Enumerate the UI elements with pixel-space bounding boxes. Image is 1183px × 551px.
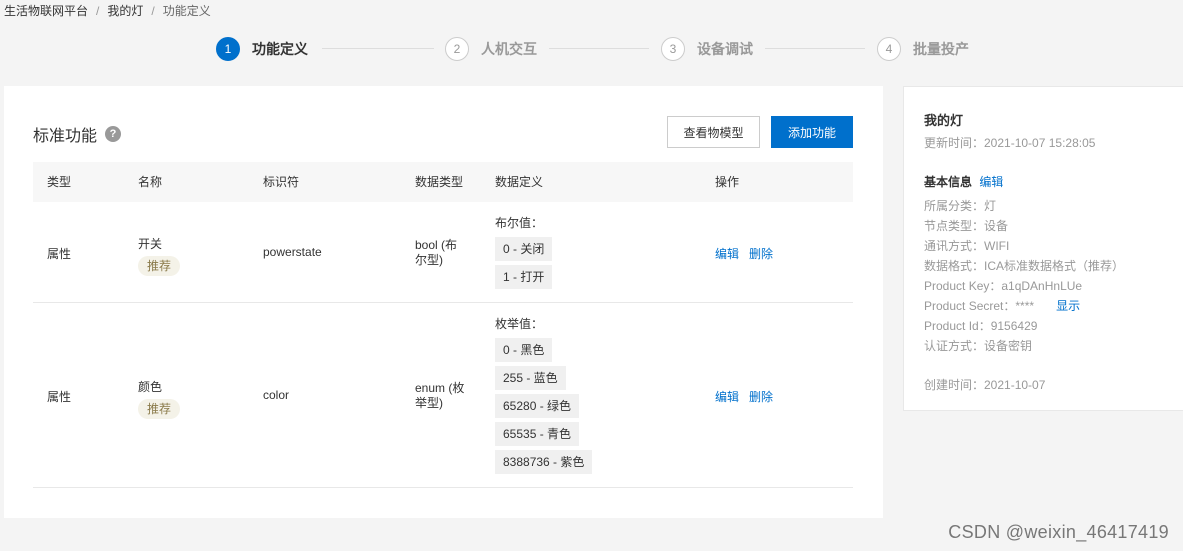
step-number: 3 <box>661 37 685 61</box>
definition-value: 65535 - 青色 <box>495 422 580 446</box>
column-header-actions: 操作 <box>715 175 740 189</box>
row-actions: 编辑 删除 <box>715 388 783 405</box>
product-name: 我的灯 <box>924 113 964 128</box>
step-connector <box>549 48 649 49</box>
definition-value: 1 - 打开 <box>495 265 553 289</box>
breadcrumb-product[interactable]: 我的灯 <box>107 2 143 19</box>
step-label: 功能定义 <box>252 41 308 57</box>
data-format-info: 数据格式：ICA标准数据格式（推荐） <box>924 259 1125 273</box>
breadcrumb-separator: / <box>96 3 100 18</box>
delete-link[interactable]: 删除 <box>749 390 773 404</box>
product-id-info: Product Id：9156429 <box>924 319 1038 333</box>
updated-time: 更新时间：2021-10-07 15:28:05 <box>924 136 1096 150</box>
basic-info-title: 基本信息 <box>924 175 973 189</box>
edit-basic-info-link[interactable]: 编辑 <box>979 175 1003 189</box>
row-name: 颜色 <box>138 380 163 394</box>
row-data-type: enum (枚举型) <box>415 381 465 410</box>
step-label: 批量投产 <box>913 41 969 57</box>
functions-table: 类型 名称 标识符 数据类型 数据定义 操作 属性 开关 推荐 powersta… <box>33 162 853 488</box>
table-header: 类型 名称 标识符 数据类型 数据定义 操作 <box>33 162 853 202</box>
progress-steps: 1 功能定义 2 人机交互 3 设备调试 4 批量投产 <box>216 37 976 61</box>
row-data-definition: 布尔值： 0 - 关闭 1 - 打开 <box>495 214 553 293</box>
node-type-info: 节点类型：设备 <box>924 219 1009 233</box>
column-header-name: 名称 <box>138 175 163 189</box>
row-identifier: powerstate <box>263 245 322 259</box>
row-name-cell: 开关 推荐 <box>138 235 181 276</box>
step-interaction[interactable]: 2 人机交互 <box>445 37 537 61</box>
definition-value: 65280 - 绿色 <box>495 394 580 418</box>
step-function-definition[interactable]: 1 功能定义 <box>216 37 308 61</box>
definition-value: 0 - 关闭 <box>495 237 553 261</box>
step-label: 人机交互 <box>481 41 537 57</box>
standard-functions-panel: 标准功能 ? 查看物模型 添加功能 类型 名称 标识符 数据类型 数据定义 操作… <box>4 86 883 518</box>
delete-link[interactable]: 删除 <box>749 247 773 261</box>
watermark-text: CSDN @weixin_46417419 <box>948 522 1169 542</box>
row-data-definition: 枚举值： 0 - 黑色 255 - 蓝色 65280 - 绿色 65535 - … <box>495 315 593 478</box>
section-title: 标准功能 ? <box>33 122 122 146</box>
add-function-button[interactable]: 添加功能 <box>771 116 853 148</box>
column-header-data-type: 数据类型 <box>415 175 464 189</box>
row-name: 开关 <box>138 237 163 251</box>
breadcrumb: 生活物联网平台 / 我的灯 / 功能定义 <box>4 2 211 19</box>
definition-value: 255 - 蓝色 <box>495 366 566 390</box>
row-actions: 编辑 删除 <box>715 245 783 262</box>
column-header-identifier: 标识符 <box>263 175 300 189</box>
step-number: 2 <box>445 37 469 61</box>
row-data-type: bool (布尔型) <box>415 238 458 267</box>
product-secret-info: Product Secret：**** 显示 <box>924 297 1080 314</box>
product-secret-text: Product Secret：**** <box>924 299 1035 313</box>
edit-link[interactable]: 编辑 <box>715 390 739 404</box>
breadcrumb-separator: / <box>151 3 155 18</box>
breadcrumb-platform[interactable]: 生活物联网平台 <box>4 2 88 19</box>
table-row: 属性 颜色 推荐 color enum (枚举型) 枚举值： 0 - 黑色 25… <box>33 303 853 488</box>
definition-title: 布尔值： <box>495 216 544 230</box>
created-time: 创建时间：2021-10-07 <box>924 378 1046 392</box>
category-info: 所属分类：灯 <box>924 199 997 213</box>
auth-method-info: 认证方式：设备密钥 <box>924 339 1033 353</box>
comm-method-info: 通讯方式：WIFI <box>924 239 1010 253</box>
step-connector <box>322 48 434 49</box>
view-model-button[interactable]: 查看物模型 <box>667 116 760 148</box>
row-type: 属性 <box>47 247 72 261</box>
product-info-panel: 我的灯 更新时间：2021-10-07 15:28:05 基本信息 编辑 所属分… <box>903 86 1183 411</box>
definition-title: 枚举值： <box>495 317 544 331</box>
definition-value: 8388736 - 紫色 <box>495 450 593 474</box>
column-header-type: 类型 <box>47 175 72 189</box>
show-secret-link[interactable]: 显示 <box>1056 299 1080 313</box>
basic-info-heading: 基本信息 编辑 <box>924 173 1003 190</box>
recommended-badge: 推荐 <box>138 399 181 419</box>
recommended-badge: 推荐 <box>138 256 181 276</box>
step-number: 1 <box>216 37 240 61</box>
edit-link[interactable]: 编辑 <box>715 247 739 261</box>
step-debug[interactable]: 3 设备调试 <box>661 37 753 61</box>
row-type: 属性 <box>47 390 72 404</box>
step-mass-production[interactable]: 4 批量投产 <box>877 37 969 61</box>
step-label: 设备调试 <box>697 41 753 57</box>
definition-value: 0 - 黑色 <box>495 338 553 362</box>
table-row: 属性 开关 推荐 powerstate bool (布尔型) 布尔值： 0 - … <box>33 202 853 303</box>
section-title-text: 标准功能 <box>33 128 98 145</box>
row-identifier: color <box>263 388 290 402</box>
breadcrumb-current: 功能定义 <box>162 4 211 18</box>
step-connector <box>765 48 865 49</box>
step-number: 4 <box>877 37 901 61</box>
help-icon[interactable]: ? <box>105 126 122 142</box>
row-name-cell: 颜色 推荐 <box>138 378 181 419</box>
column-header-data-definition: 数据定义 <box>495 175 544 189</box>
product-key-info: Product Key：a1qDAnHnLUe <box>924 279 1083 293</box>
